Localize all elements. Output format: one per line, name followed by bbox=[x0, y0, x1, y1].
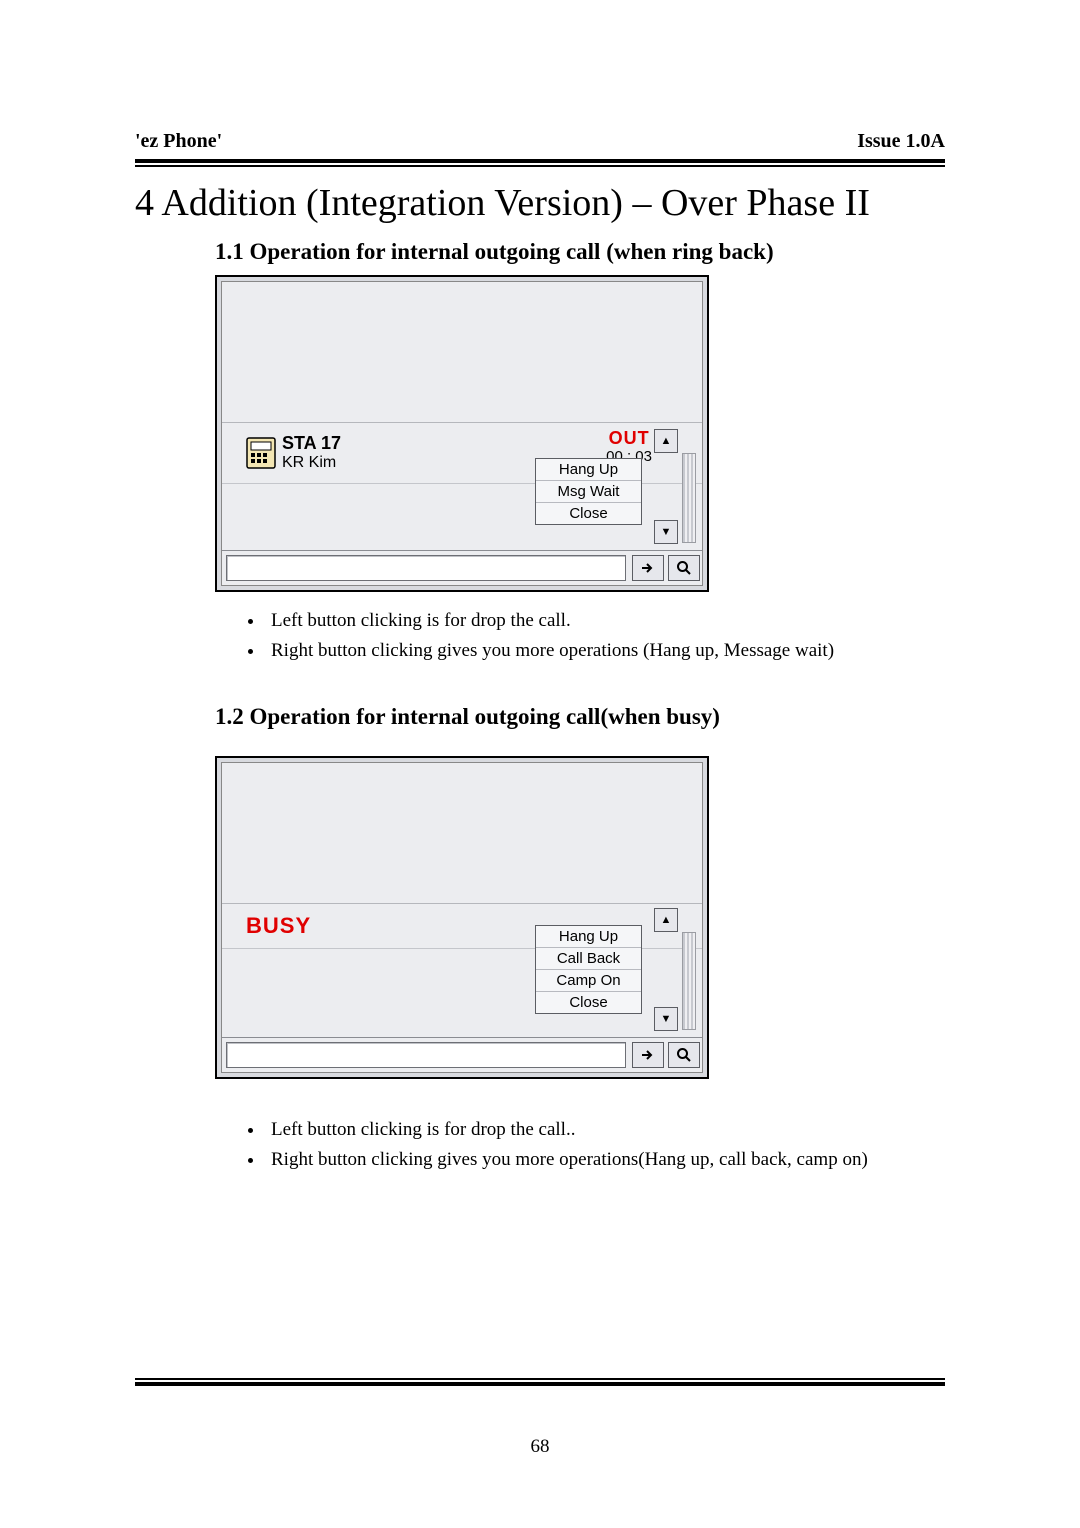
screenshot-2: BUSY ▲ Hang Up Call Back Camp On Close ▼ bbox=[215, 756, 945, 1079]
section-title: 4 Addition (Integration Version) – Over … bbox=[135, 181, 945, 225]
document-page: 'ez Phone' Issue 1.0A 4 Addition (Integr… bbox=[0, 0, 1080, 1528]
ui-panel-ringback: STA 17 KR Kim OUT 00 : 03 ▲ Hang Up Msg … bbox=[215, 275, 709, 592]
panel-bottom-bar bbox=[222, 1037, 702, 1072]
panel-blank-area bbox=[222, 763, 702, 904]
subsection-1-heading: 1.1 Operation for internal outgoing call… bbox=[215, 239, 945, 265]
go-button[interactable] bbox=[632, 555, 664, 581]
arrow-right-icon bbox=[640, 560, 656, 576]
footer-rule-thick bbox=[135, 1382, 945, 1386]
search-icon bbox=[676, 1047, 692, 1063]
ui-panel-busy: BUSY ▲ Hang Up Call Back Camp On Close ▼ bbox=[215, 756, 709, 1079]
arrow-right-icon bbox=[640, 1047, 656, 1063]
note-item: Left button clicking is for drop the cal… bbox=[265, 610, 945, 632]
ui-panel-inner: BUSY ▲ Hang Up Call Back Camp On Close ▼ bbox=[221, 762, 703, 1073]
panel-lower-row: Hang Up Call Back Camp On Close ▼ bbox=[222, 949, 702, 1037]
header-right: Issue 1.0A bbox=[857, 130, 945, 153]
scroll-down-button[interactable]: ▼ bbox=[654, 1007, 678, 1031]
menu-item-campon[interactable]: Camp On bbox=[536, 970, 641, 992]
note-item: Right button clicking gives you more ope… bbox=[265, 1149, 945, 1171]
page-header: 'ez Phone' Issue 1.0A bbox=[135, 130, 945, 153]
menu-item-hangup[interactable]: Hang Up bbox=[536, 926, 641, 948]
context-menu: Hang Up Msg Wait Close bbox=[535, 458, 642, 525]
menu-item-callback[interactable]: Call Back bbox=[536, 948, 641, 970]
section-2-notes: Left button clicking is for drop the cal… bbox=[265, 1119, 945, 1171]
header-rule-thick bbox=[135, 159, 945, 163]
search-icon bbox=[676, 560, 692, 576]
station-label: STA 17 bbox=[282, 434, 341, 454]
note-item: Right button clicking gives you more ope… bbox=[265, 640, 945, 662]
page-footer: 68 bbox=[135, 1378, 945, 1458]
ui-panel-inner: STA 17 KR Kim OUT 00 : 03 ▲ Hang Up Msg … bbox=[221, 281, 703, 586]
busy-label: BUSY bbox=[246, 913, 311, 939]
scroll-up-button[interactable]: ▲ bbox=[654, 429, 678, 453]
footer-rule-thin bbox=[135, 1378, 945, 1380]
header-left: 'ez Phone' bbox=[135, 130, 222, 153]
menu-item-msgwait[interactable]: Msg Wait bbox=[536, 481, 641, 503]
note-item: Left button clicking is for drop the cal… bbox=[265, 1119, 945, 1141]
search-button[interactable] bbox=[668, 555, 700, 581]
panel-text-input[interactable] bbox=[226, 1042, 626, 1068]
search-button[interactable] bbox=[668, 1042, 700, 1068]
panel-lower-row: Hang Up Msg Wait Close ▼ bbox=[222, 484, 702, 550]
section-1-notes: Left button clicking is for drop the cal… bbox=[265, 610, 945, 662]
station-name: KR Kim bbox=[282, 454, 341, 472]
go-button[interactable] bbox=[632, 1042, 664, 1068]
page-number: 68 bbox=[135, 1436, 945, 1458]
out-label: OUT bbox=[606, 429, 652, 449]
menu-item-close[interactable]: Close bbox=[536, 503, 641, 524]
menu-item-hangup[interactable]: Hang Up bbox=[536, 459, 641, 481]
station-text: STA 17 KR Kim bbox=[282, 434, 341, 471]
context-menu: Hang Up Call Back Camp On Close bbox=[535, 925, 642, 1014]
phone-station-icon bbox=[246, 437, 276, 469]
panel-bottom-bar bbox=[222, 550, 702, 585]
screenshot-1: STA 17 KR Kim OUT 00 : 03 ▲ Hang Up Msg … bbox=[215, 275, 945, 592]
scroll-up-button[interactable]: ▲ bbox=[654, 908, 678, 932]
menu-item-close[interactable]: Close bbox=[536, 992, 641, 1013]
subsection-2-heading: 1.2 Operation for internal outgoing call… bbox=[215, 704, 945, 730]
panel-text-input[interactable] bbox=[226, 555, 626, 581]
panel-blank-area bbox=[222, 282, 702, 423]
header-rule-thin bbox=[135, 165, 945, 167]
scroll-down-button[interactable]: ▼ bbox=[654, 520, 678, 544]
